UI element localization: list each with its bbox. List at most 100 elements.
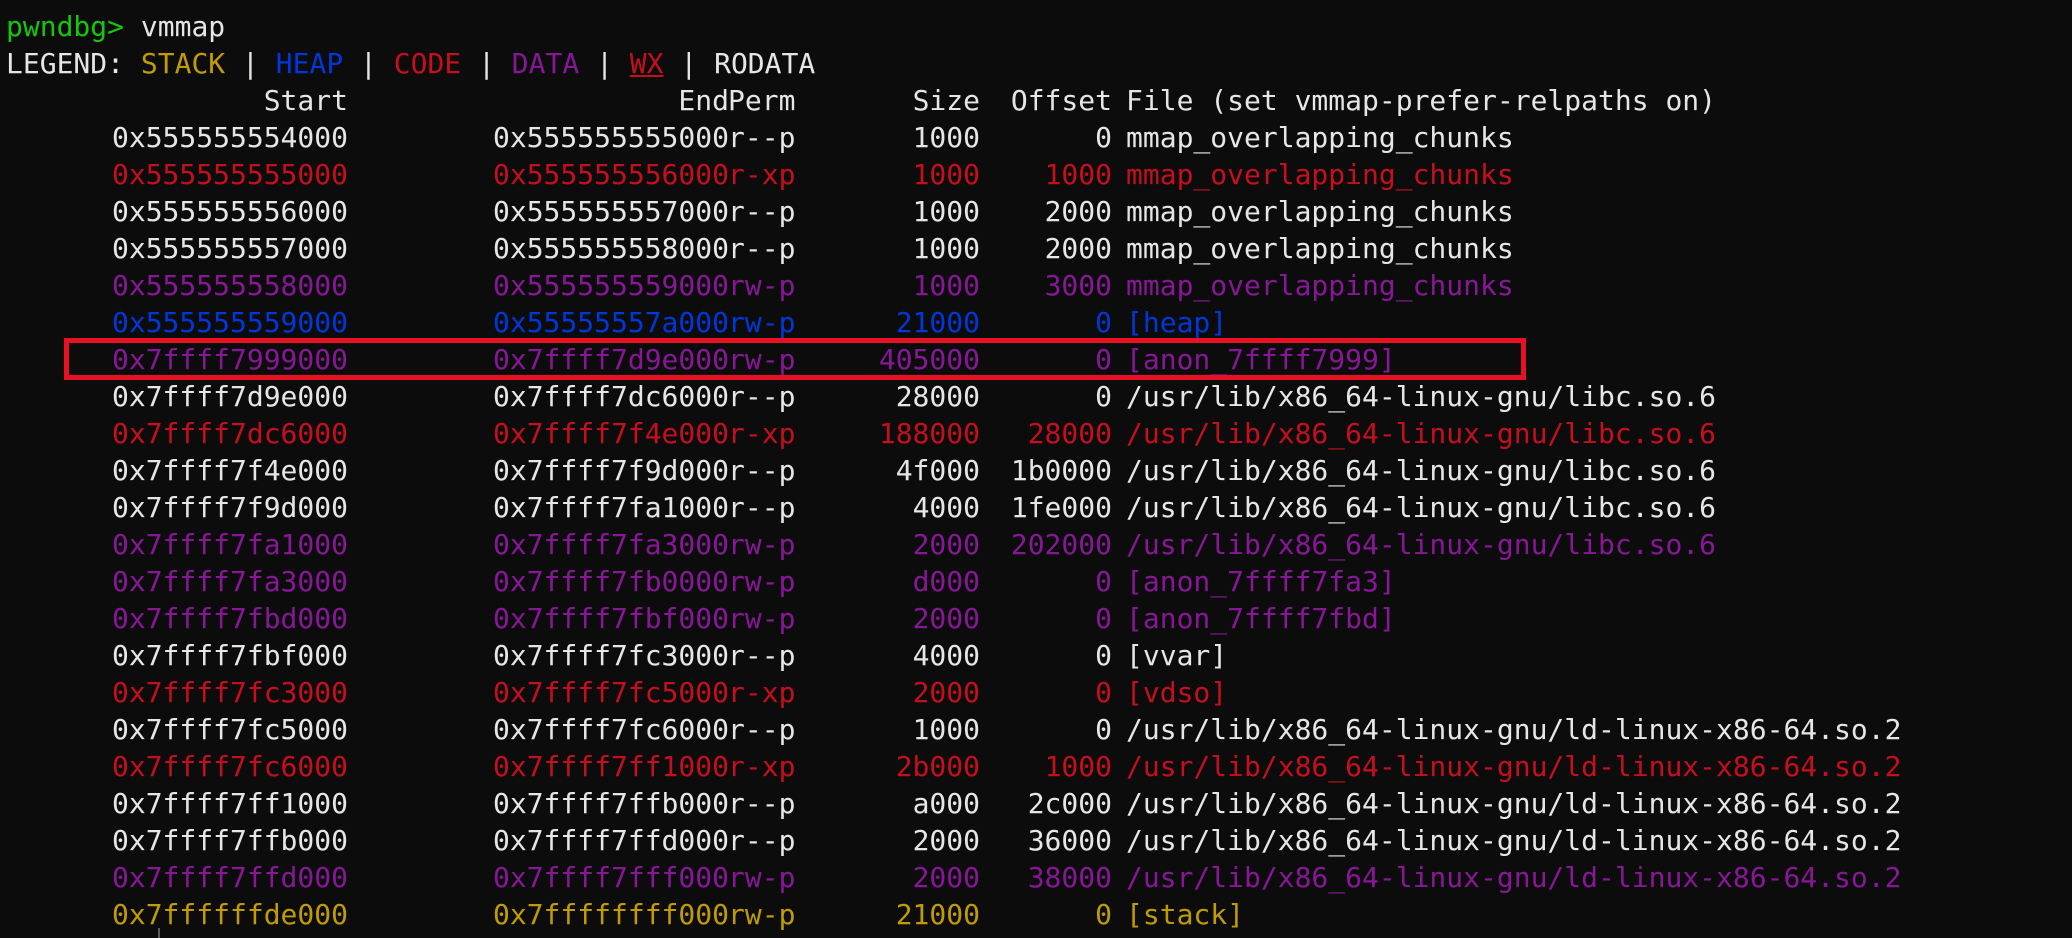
row-offset: 0 bbox=[1095, 639, 1112, 672]
table-row: 0x7ffffffde000 0x7ffffffff000 rw-p 21000 0 [s… bbox=[6, 896, 2066, 933]
row-end: 0x555555559000 bbox=[492, 269, 729, 302]
row-size: 188000 bbox=[878, 417, 980, 450]
row-perm: rw-p bbox=[728, 269, 796, 302]
row-perm: r-xp bbox=[728, 417, 796, 450]
header-end: End bbox=[678, 84, 729, 117]
row-start: 0x7ffff7f9d000 bbox=[111, 491, 348, 524]
row-perm: rw-p bbox=[728, 565, 796, 598]
row-size: 2000 bbox=[912, 824, 980, 857]
row-perm: r--p bbox=[728, 787, 796, 820]
row-file: [anon_7ffff7fa3] bbox=[1126, 565, 1396, 598]
row-perm: r--p bbox=[728, 491, 796, 524]
table-row: 0x7ffff7999000 0x7ffff7d9e000 rw-p 405000 0 [… bbox=[6, 341, 2066, 378]
legend-data: DATA bbox=[511, 47, 580, 80]
mapping-table: 0x555555554000 0x555555555000 r--p 1000 0 mma… bbox=[6, 119, 2066, 933]
row-end: 0x555555557000 bbox=[492, 195, 729, 228]
row-perm: r--p bbox=[728, 121, 796, 154]
row-offset: 0 bbox=[1095, 565, 1112, 598]
row-perm: r--p bbox=[728, 232, 796, 265]
row-start: 0x7ffff7ffb000 bbox=[111, 824, 348, 857]
row-start: 0x7ffff7fa1000 bbox=[111, 528, 348, 561]
table-row: 0x7ffff7fa1000 0x7ffff7fa3000 rw-p 2000 2020… bbox=[6, 526, 2066, 563]
row-offset: 36000 bbox=[1027, 824, 1112, 857]
row-offset: 0 bbox=[1095, 306, 1112, 339]
table-row: 0x7ffff7d9e000 0x7ffff7dc6000 r--p 28000 0/u… bbox=[6, 378, 2066, 415]
table-row: 0x7ffff7fbd000 0x7ffff7fbf000 rw-p 2000 0 [an… bbox=[6, 600, 2066, 637]
row-start: 0x7ffff7fc3000 bbox=[111, 676, 348, 709]
row-end: 0x7ffff7f4e000 bbox=[492, 417, 729, 450]
row-end: 0x55555557a000 bbox=[492, 306, 729, 339]
header-offset: Offset bbox=[1010, 84, 1112, 117]
table-row: 0x555555555000 0x555555556000 r-xp 1000 1000… bbox=[6, 156, 2066, 193]
table-row: 0x7ffff7f9d000 0x7ffff7fa1000 r--p 4000 1fe0… bbox=[6, 489, 2066, 526]
row-offset: 0 bbox=[1095, 713, 1112, 746]
legend-separator: | bbox=[478, 47, 495, 80]
row-end: 0x7ffff7fff000 bbox=[492, 861, 729, 894]
row-start: 0x555555555000 bbox=[111, 158, 348, 191]
row-perm: r--p bbox=[728, 454, 796, 487]
row-end: 0x555555558000 bbox=[492, 232, 729, 265]
row-file: /usr/lib/x86_64-linux-gnu/libc.so.6 bbox=[1126, 454, 1717, 487]
row-offset: 0 bbox=[1095, 121, 1112, 154]
row-end: 0x555555555000 bbox=[492, 121, 729, 154]
row-end: 0x7ffff7fb0000 bbox=[492, 565, 729, 598]
legend-separator: | bbox=[242, 47, 259, 80]
row-size: 21000 bbox=[895, 306, 980, 339]
row-file: /usr/lib/x86_64-linux-gnu/libc.so.6 bbox=[1126, 528, 1717, 561]
legend-stack: STACK bbox=[140, 47, 226, 80]
legend-wx: WX bbox=[629, 47, 664, 80]
table-row: 0x7ffff7ffb000 0x7ffff7ffd000 r--p 2000 3600… bbox=[6, 822, 2066, 859]
row-end: 0x7ffff7fc5000 bbox=[492, 676, 729, 709]
row-file: /usr/lib/x86_64-linux-gnu/libc.so.6 bbox=[1126, 491, 1717, 524]
row-start: 0x7ffff7fbf000 bbox=[111, 639, 348, 672]
row-offset: 202000 bbox=[1010, 528, 1112, 561]
row-start: 0x555555559000 bbox=[111, 306, 348, 339]
row-file: [vdso] bbox=[1126, 676, 1228, 709]
table-row: 0x7ffff7fa3000 0x7ffff7fb0000 rw-p d000 0 [an… bbox=[6, 563, 2066, 600]
row-offset: 1fe000 bbox=[1010, 491, 1112, 524]
row-offset: 0 bbox=[1095, 898, 1112, 931]
row-perm: rw-p bbox=[728, 602, 796, 635]
row-size: 1000 bbox=[912, 121, 980, 154]
table-row: 0x7ffff7fc6000 0x7ffff7ff1000 r-xp 2b000 100… bbox=[6, 748, 2066, 785]
legend-separator: | bbox=[596, 47, 613, 80]
row-perm: r--p bbox=[728, 195, 796, 228]
row-size: 4000 bbox=[912, 639, 980, 672]
row-file: [anon_7ffff7999] bbox=[1126, 343, 1396, 376]
row-file: /usr/lib/x86_64-linux-gnu/libc.so.6 bbox=[1126, 380, 1717, 413]
row-offset: 2c000 bbox=[1027, 787, 1112, 820]
row-file: /usr/lib/x86_64-linux-gnu/ld-linux-x86-6… bbox=[1126, 861, 1902, 894]
row-size: 2000 bbox=[912, 676, 980, 709]
row-file: /usr/lib/x86_64-linux-gnu/ld-linux-x86-6… bbox=[1126, 787, 1902, 820]
header-start: Start bbox=[263, 84, 348, 117]
row-perm: rw-p bbox=[728, 898, 796, 931]
row-start: 0x555555556000 bbox=[111, 195, 348, 228]
row-perm: r--p bbox=[728, 639, 796, 672]
table-row: 0x555555558000 0x555555559000 rw-p 1000 3000… bbox=[6, 267, 2066, 304]
row-start: 0x555555557000 bbox=[111, 232, 348, 265]
row-file: mmap_overlapping_chunks bbox=[1126, 121, 1514, 154]
row-perm: r--p bbox=[728, 713, 796, 746]
row-perm: rw-p bbox=[728, 528, 796, 561]
table-row: 0x555555559000 0x55555557a000 rw-p 21000 0 [h… bbox=[6, 304, 2066, 341]
row-perm: rw-p bbox=[728, 306, 796, 339]
row-size: 2b000 bbox=[895, 750, 980, 783]
row-end: 0x7ffff7ff1000 bbox=[492, 750, 729, 783]
row-start: 0x7ffffffde000 bbox=[111, 898, 348, 931]
row-size: 4f000 bbox=[895, 454, 980, 487]
terminal-output: pwndbg> vmmap LEGEND: STACK | HEAP | COD… bbox=[6, 8, 2066, 933]
row-start: 0x7ffff7999000 bbox=[111, 343, 348, 376]
table-row: 0x555555554000 0x555555555000 r--p 1000 0 mma… bbox=[6, 119, 2066, 156]
table-row: 0x7ffff7ffd000 0x7ffff7fff000 rw-p 2000 3800… bbox=[6, 859, 2066, 896]
row-offset: 28000 bbox=[1027, 417, 1112, 450]
header-perm: Perm bbox=[728, 84, 796, 117]
row-file: mmap_overlapping_chunks bbox=[1126, 232, 1514, 265]
row-start: 0x7ffff7fc5000 bbox=[111, 713, 348, 746]
prompt-command: vmmap bbox=[140, 10, 226, 43]
table-header: Start End Perm Size Offset File (set vmm… bbox=[6, 82, 2066, 119]
table-row: 0x7ffff7fc5000 0x7ffff7fc6000 r--p 1000 0/us… bbox=[6, 711, 2066, 748]
table-row: 0x7ffff7dc6000 0x7ffff7f4e000 r-xp 188000 28… bbox=[6, 415, 2066, 452]
row-perm: r-xp bbox=[728, 750, 796, 783]
row-file: /usr/lib/x86_64-linux-gnu/ld-linux-x86-6… bbox=[1126, 713, 1902, 746]
row-size: 28000 bbox=[895, 380, 980, 413]
